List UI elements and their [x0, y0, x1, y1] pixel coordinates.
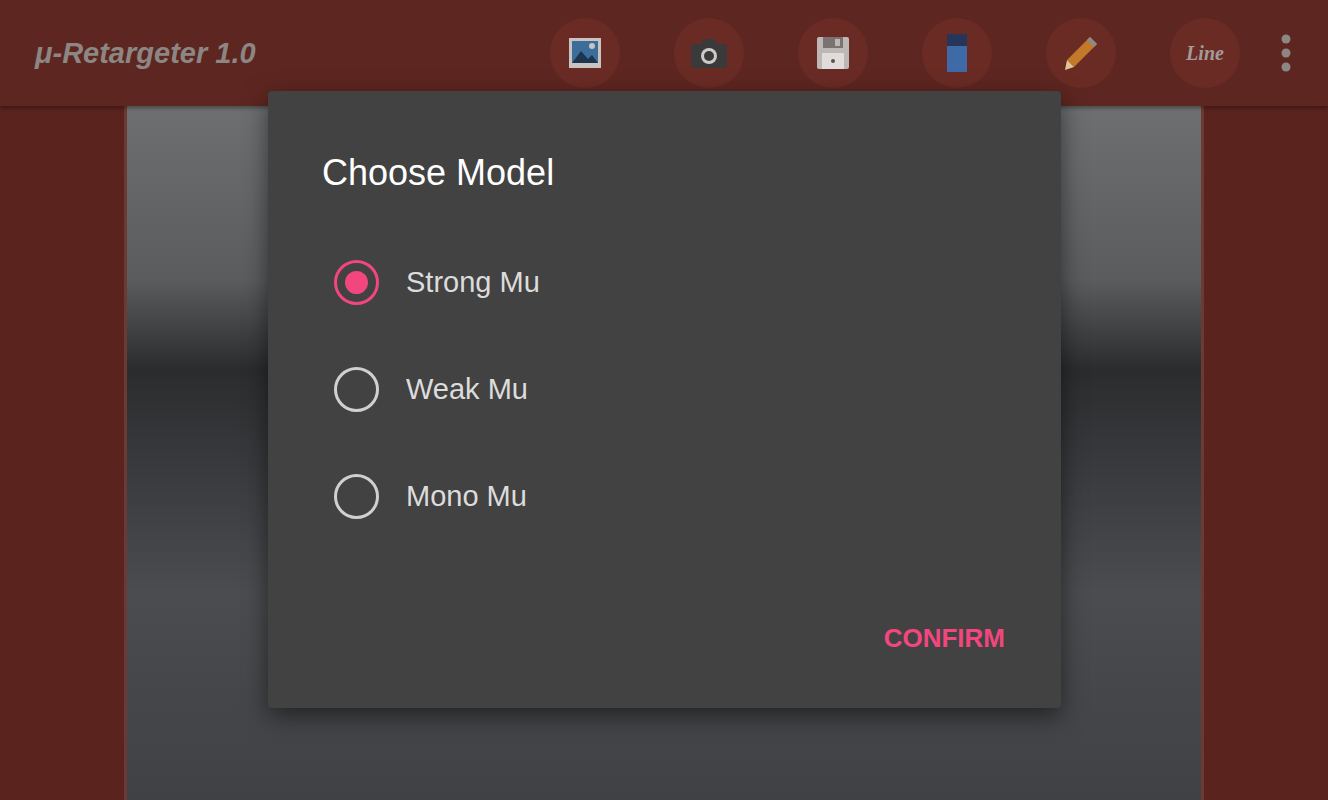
model-option[interactable]: Mono Mu — [334, 443, 1007, 550]
model-option[interactable]: Weak Mu — [334, 336, 1007, 443]
line-button[interactable]: Line — [1170, 18, 1240, 88]
dialog-buttons: CONFIRM — [322, 613, 1007, 663]
radio-button[interactable] — [334, 367, 379, 412]
save-button[interactable] — [798, 18, 868, 88]
radio-button[interactable] — [334, 260, 379, 305]
model-option[interactable]: Strong Mu — [334, 229, 1007, 336]
pencil-icon — [1062, 34, 1100, 72]
radio-button[interactable] — [334, 474, 379, 519]
floppy-disk-icon — [815, 35, 851, 71]
toolbar-actions: Line — [550, 18, 1240, 88]
eraser-button[interactable] — [922, 18, 992, 88]
option-label: Weak Mu — [406, 373, 528, 406]
option-label: Strong Mu — [406, 266, 540, 299]
overflow-menu-button[interactable] — [1266, 18, 1306, 88]
model-options: Strong Mu Weak Mu Mono Mu — [322, 229, 1007, 550]
screen: μ-Retargeter 1.0 Line Choose Model Strong M… — [0, 0, 1328, 800]
pencil-button[interactable] — [1046, 18, 1116, 88]
app-title: μ-Retargeter 1.0 — [35, 37, 256, 70]
line-label: Line — [1186, 42, 1224, 65]
radio-dot — [345, 271, 368, 294]
confirm-button[interactable]: CONFIRM — [882, 613, 1007, 663]
eraser-icon — [944, 32, 970, 74]
gallery-button[interactable] — [550, 18, 620, 88]
choose-model-dialog: Choose Model Strong Mu Weak Mu Mono Mu CONFI… — [268, 91, 1061, 708]
camera-icon — [689, 35, 729, 71]
camera-button[interactable] — [674, 18, 744, 88]
dialog-title: Choose Model — [322, 151, 1007, 195]
option-label: Mono Mu — [406, 480, 527, 513]
more-vertical-icon — [1280, 33, 1292, 73]
image-icon — [567, 35, 603, 71]
